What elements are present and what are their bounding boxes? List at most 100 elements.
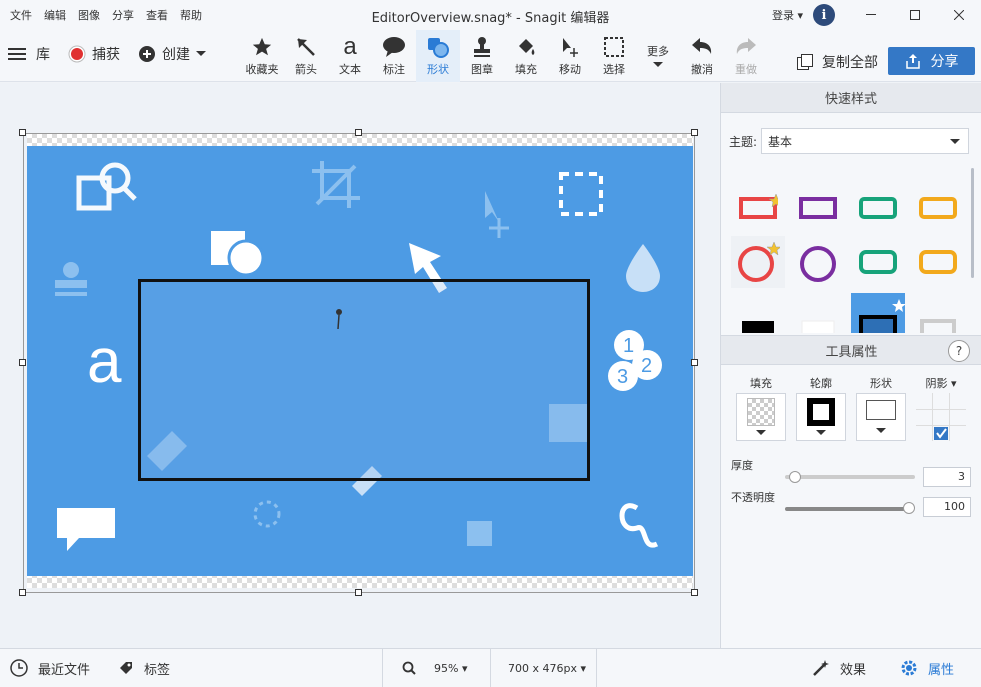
menu-edit[interactable]: 编辑 — [38, 7, 72, 23]
stamp-icon — [474, 37, 490, 57]
tool-shape[interactable]: 形状 — [416, 30, 460, 82]
tags-button[interactable]: 标签 — [118, 649, 170, 687]
style-swatch-orange-rect[interactable] — [911, 181, 965, 233]
tool-more[interactable]: 更多 — [636, 30, 680, 82]
style-scrollbar[interactable] — [971, 168, 974, 278]
tool-select[interactable]: 选择 — [592, 30, 636, 82]
outline-label: 轮廓 — [810, 377, 832, 390]
copy-all-button[interactable]: 复制全部 — [796, 52, 878, 72]
menu-bar: 文件 编辑 图像 分享 查看 帮助 — [0, 7, 208, 23]
tool-move[interactable]: 移动 — [548, 30, 592, 82]
undo-icon — [692, 38, 712, 54]
help-button[interactable]: ? — [948, 340, 970, 362]
plus-circle-icon — [139, 46, 155, 62]
minimize-button[interactable] — [849, 0, 893, 30]
outline-picker[interactable] — [796, 393, 846, 441]
tool-more-label: 更多 — [647, 45, 669, 58]
thickness-knob[interactable] — [789, 471, 801, 483]
stamp-body-icon — [55, 280, 87, 288]
shape-label: 形状 — [870, 377, 892, 390]
resize-handle-br[interactable] — [691, 589, 698, 596]
login-button[interactable]: 登录 ▾ — [772, 7, 803, 23]
recent-files-button[interactable]: 最近文件 — [10, 649, 90, 687]
menu-share[interactable]: 分享 — [106, 7, 140, 23]
style-swatch-selected[interactable] — [851, 293, 905, 333]
hamburger-icon — [8, 48, 26, 60]
shadow-label[interactable]: 阴影 ▾ — [911, 375, 971, 391]
info-icon[interactable]: i — [813, 4, 835, 26]
share-button[interactable]: 分享 — [888, 47, 975, 75]
menu-file[interactable]: 文件 — [4, 7, 38, 23]
style-swatch-green-rect[interactable] — [851, 181, 905, 233]
fill-picker[interactable] — [736, 393, 786, 441]
opacity-slider[interactable] — [785, 507, 909, 511]
resize-handle-tl[interactable] — [19, 129, 26, 136]
resize-handle-ml[interactable] — [19, 359, 26, 366]
library-label: 库 — [36, 47, 50, 63]
menu-image[interactable]: 图像 — [72, 7, 106, 23]
maximize-button[interactable] — [893, 0, 937, 30]
tool-redo[interactable]: 重做 — [724, 30, 768, 82]
create-button[interactable]: 创建 — [138, 44, 206, 64]
resize-handle-tr[interactable] — [691, 129, 698, 136]
text-icon: a — [343, 33, 357, 60]
callout-icon — [383, 37, 405, 57]
transparent-swatch-icon — [747, 398, 775, 426]
selection-icon — [559, 172, 603, 216]
shadow-picker[interactable] — [916, 393, 966, 441]
properties-button[interactable]: 属性 — [900, 649, 954, 687]
style-grid — [731, 181, 967, 333]
clock-icon — [10, 659, 28, 677]
tool-redo-label: 重做 — [735, 63, 757, 76]
style-swatch-black-fill[interactable] — [731, 293, 785, 333]
outline-swatch-icon — [807, 398, 835, 426]
resize-handle-bl[interactable] — [19, 589, 26, 596]
style-swatch-white-fill[interactable] — [791, 293, 845, 333]
share-icon — [905, 54, 920, 69]
menu-view[interactable]: 查看 — [140, 7, 174, 23]
shadow-grid-icon — [916, 393, 966, 441]
tool-arrow[interactable]: 箭头 — [284, 30, 328, 82]
tool-fill[interactable]: 填充 — [504, 30, 548, 82]
menu-help[interactable]: 帮助 — [174, 7, 208, 23]
tool-callout[interactable]: 标注 — [372, 30, 416, 82]
style-swatch-red-rect[interactable] — [731, 181, 785, 233]
resize-handle-tc[interactable] — [355, 129, 362, 136]
shape-picker[interactable] — [856, 393, 906, 441]
style-swatch-white-outline[interactable] — [911, 293, 965, 333]
tool-undo[interactable]: 撤消 — [680, 30, 724, 82]
library-button[interactable]: 库 — [8, 44, 50, 64]
tool-favorites[interactable]: 收藏夹 — [240, 30, 284, 82]
opacity-knob[interactable] — [903, 502, 915, 514]
capture-button[interactable]: 捕获 — [68, 44, 120, 64]
style-swatch-green-rounded[interactable] — [851, 236, 905, 288]
style-swatch-orange-rounded[interactable] — [911, 236, 965, 288]
tool-text[interactable]: a 文本 — [328, 30, 372, 82]
style-swatch-purple-circle[interactable] — [791, 236, 845, 288]
resize-handle-mr[interactable] — [691, 359, 698, 366]
select-icon — [604, 37, 624, 57]
chevron-down-icon — [816, 430, 826, 435]
thickness-input[interactable]: 3 — [923, 467, 971, 487]
style-swatch-purple-rect[interactable] — [791, 181, 845, 233]
copy-icon — [797, 54, 813, 70]
zoom-button[interactable]: 95% ▾ — [402, 649, 467, 687]
opacity-input[interactable]: 100 — [923, 497, 971, 517]
move-cursor-icon — [485, 191, 499, 222]
opacity-label: 不透明度 — [731, 491, 775, 504]
effects-button[interactable]: 效果 — [812, 649, 866, 687]
thickness-slider[interactable] — [785, 475, 915, 479]
image-size-button[interactable]: 700 x 476px ▾ — [508, 649, 586, 687]
quick-styles-header: 快速样式 — [721, 83, 981, 113]
canvas-area[interactable]: a 1 2 3 — [0, 83, 719, 648]
tool-stamp[interactable]: 图章 — [460, 30, 504, 82]
style-swatch-red-circle[interactable] — [731, 236, 785, 288]
properties-label: 属性 — [928, 662, 955, 678]
resize-handle-bc[interactable] — [355, 589, 362, 596]
drawn-rectangle[interactable] — [138, 279, 590, 481]
image-size-value: 700 x 476px ▾ — [508, 661, 587, 675]
close-button[interactable] — [937, 0, 981, 30]
chevron-down-icon — [950, 139, 961, 144]
shape-circle-icon — [227, 239, 265, 277]
theme-select[interactable]: 基本 — [761, 128, 970, 154]
